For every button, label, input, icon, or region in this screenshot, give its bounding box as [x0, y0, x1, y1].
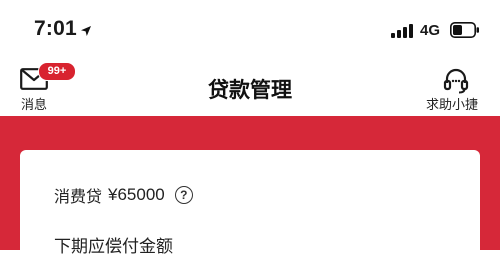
status-bar: 7:01 4G [0, 0, 500, 60]
battery-icon [450, 22, 480, 42]
question-circle-icon[interactable]: ? [174, 186, 193, 204]
loan-type-label: 消费贷 [54, 187, 103, 206]
help-button[interactable]: 求助小捷 [420, 62, 496, 114]
help-label: 求助小捷 [426, 98, 479, 113]
loan-amount: ¥65000 [108, 185, 165, 204]
next-payment-label: 下期应偿付金额 [54, 237, 173, 257]
nav-bar: 99+ 消息 贷款管理 求助小捷 [0, 60, 500, 116]
status-time: 7:01 [34, 17, 77, 40]
loan-summary: 消费贷 ¥65000 ? [54, 183, 193, 207]
network-type: 4G [420, 22, 441, 39]
loan-card[interactable]: 消费贷 ¥65000 ? 下期应偿付金额 [20, 150, 480, 270]
signal-icon [391, 23, 413, 42]
location-arrow-icon [80, 22, 92, 41]
